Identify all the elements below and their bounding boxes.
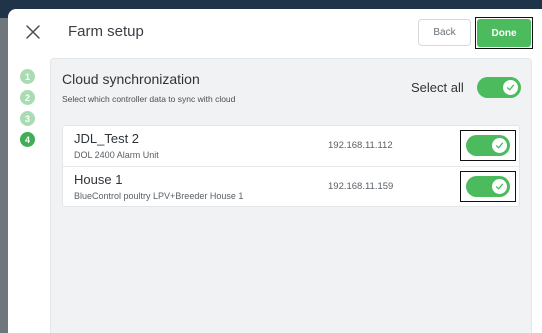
controller-description: DOL 2400 Alarm Unit (74, 150, 159, 160)
done-button[interactable]: Done (477, 19, 531, 47)
controller-name: JDL_Test 2 (74, 131, 140, 146)
controller-ip: 192.168.11.112 (328, 140, 393, 151)
controller-row: JDL_Test 2 DOL 2400 Alarm Unit 192.168.1… (63, 126, 519, 166)
panel-title: Cloud synchronization (62, 71, 200, 87)
controller-ip: 192.168.11.159 (328, 181, 394, 192)
close-button[interactable] (22, 21, 44, 43)
farm-setup-dialog: Farm setup Back Done 1 2 3 4 Cloud synch… (8, 9, 542, 333)
select-all-label: Select all (411, 80, 464, 95)
toggle-knob (492, 179, 507, 194)
panel-subtitle: Select which controller data to sync wit… (62, 94, 236, 104)
close-icon (22, 21, 44, 43)
cloud-sync-panel: Cloud synchronization Select which contr… (50, 58, 532, 333)
step-1[interactable]: 1 (20, 69, 35, 84)
step-2[interactable]: 2 (20, 90, 35, 105)
controller-name: House 1 (74, 172, 123, 187)
step-3[interactable]: 3 (20, 111, 35, 126)
controller-description: BlueControl poultry LPV+Breeder House 1 (74, 191, 244, 201)
check-icon (495, 178, 504, 196)
controller-sync-toggle[interactable] (466, 176, 510, 197)
check-icon (506, 79, 515, 97)
toggle-focus-frame (460, 171, 516, 202)
controller-sync-toggle[interactable] (466, 135, 510, 156)
step-4-current: 4 (20, 132, 35, 147)
app-background-sidebar (0, 18, 8, 333)
back-button[interactable]: Back (418, 19, 471, 46)
controller-row: House 1 BlueControl poultry LPV+Breeder … (63, 166, 519, 207)
controller-list: JDL_Test 2 DOL 2400 Alarm Unit 192.168.1… (62, 125, 520, 207)
toggle-knob (503, 80, 518, 95)
done-button-focus-frame: Done (475, 17, 533, 49)
dialog-title: Farm setup (68, 23, 144, 40)
check-icon (495, 137, 504, 155)
step-indicator: 1 2 3 4 (20, 69, 36, 153)
select-all-toggle[interactable] (477, 77, 521, 98)
toggle-knob (492, 138, 507, 153)
toggle-focus-frame (460, 130, 516, 161)
